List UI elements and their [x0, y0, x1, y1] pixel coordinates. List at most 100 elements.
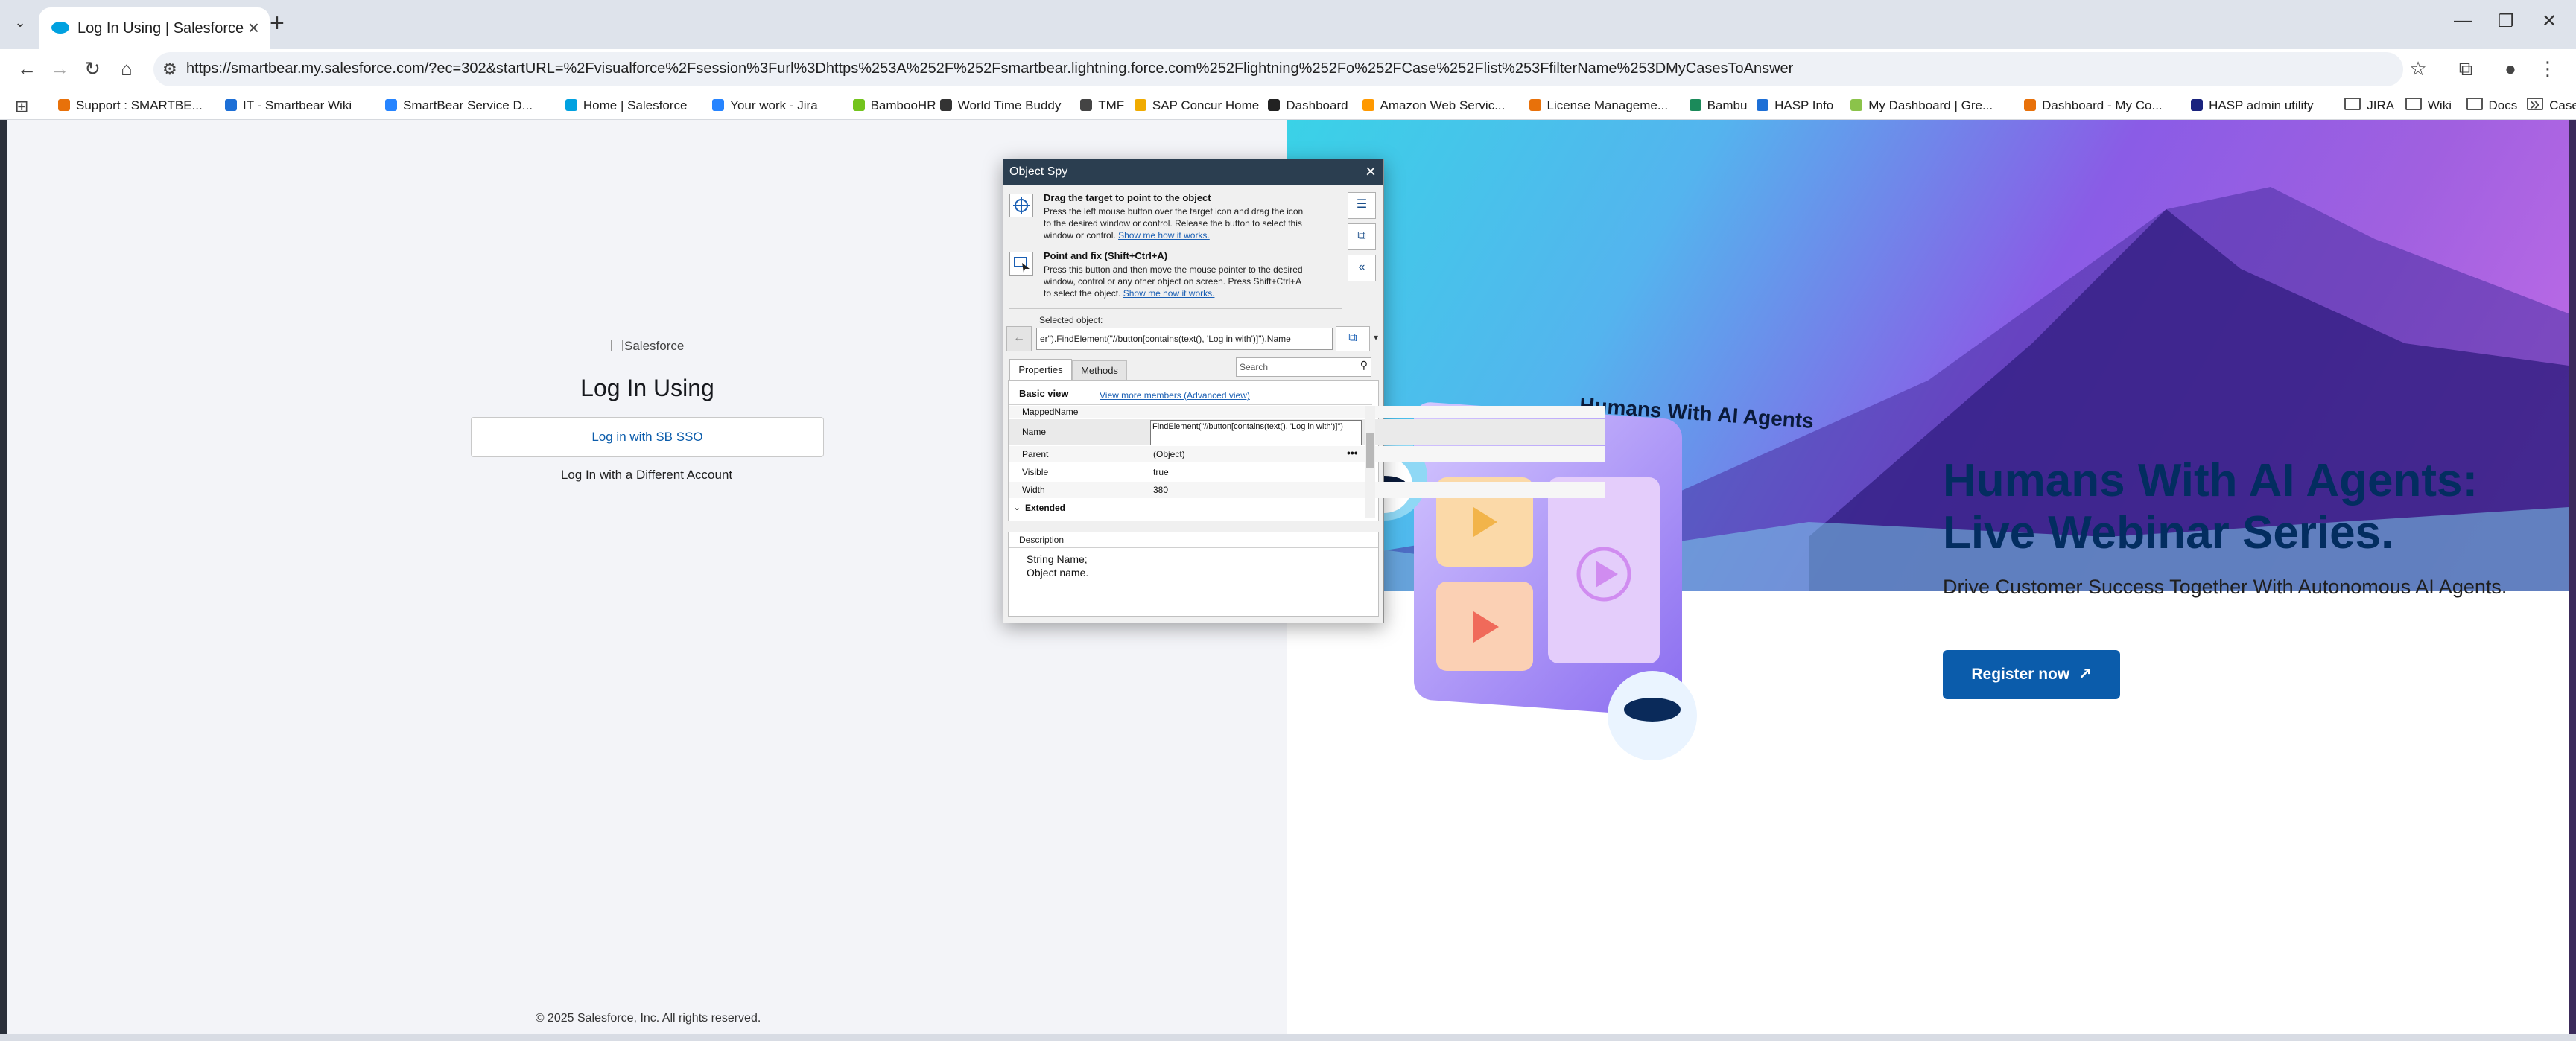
- bookmark-item[interactable]: JIRA: [2344, 92, 2394, 119]
- property-value: (Object): [1153, 449, 1185, 459]
- drag-target-icon[interactable]: [1009, 194, 1033, 217]
- minimize-icon[interactable]: —: [2448, 10, 2478, 31]
- bookmark-favicon-icon: [1689, 99, 1701, 111]
- bookmark-item[interactable]: SAP Concur Home: [1134, 92, 1259, 119]
- reload-icon[interactable]: ↻: [77, 54, 107, 83]
- tab-strip: [0, 0, 2576, 49]
- point-and-fix-icon[interactable]: [1009, 252, 1033, 276]
- bookmark-label: Bambu: [1707, 98, 1748, 112]
- tab-properties[interactable]: Properties: [1009, 359, 1072, 381]
- bookmark-label: HASP Info: [1774, 98, 1834, 112]
- bookmark-item[interactable]: TMF: [1080, 92, 1124, 119]
- bookmark-item[interactable]: Support : SMARTBE...: [58, 92, 203, 119]
- scrollbar-thumb[interactable]: [1366, 433, 1374, 468]
- expand-chevron-icon[interactable]: ⌄: [1013, 502, 1021, 512]
- bookmark-item[interactable]: IT - Smartbear Wiki: [225, 92, 352, 119]
- address-bar[interactable]: ⚙ https://smartbear.my.salesforce.com/?e…: [153, 52, 2403, 86]
- tab-close-icon[interactable]: ×: [248, 16, 259, 39]
- bookmark-item[interactable]: License Manageme...: [1529, 92, 1668, 119]
- bookmark-label: World Time Buddy: [957, 98, 1062, 112]
- search-icon[interactable]: ⚲: [1360, 359, 1368, 372]
- point-description: Press this button and then move the mous…: [1044, 264, 1342, 299]
- bookmark-item[interactable]: Docs: [2466, 92, 2517, 119]
- bookmark-item[interactable]: World Time Buddy: [939, 92, 1062, 119]
- window-edge: [0, 120, 7, 1035]
- close-icon[interactable]: ×: [1365, 162, 1376, 182]
- sso-login-button[interactable]: Log in with SB SSO: [471, 417, 824, 457]
- divider: [1009, 308, 1342, 309]
- dropdown-chevron-icon[interactable]: ▾: [1370, 326, 1382, 350]
- back-arrow-icon[interactable]: ←: [12, 54, 42, 83]
- bookmark-item[interactable]: Dashboard - My Co...: [2024, 92, 2163, 119]
- property-key: MappedName: [1022, 407, 1079, 417]
- bookmark-item[interactable]: Bambu: [1689, 92, 1748, 119]
- name-value-editor[interactable]: FindElement("//button[contains(text(), '…: [1150, 420, 1362, 445]
- bookmark-item[interactable]: HASP admin utility: [2191, 92, 2314, 119]
- ellipsis-button-icon[interactable]: •••: [1347, 447, 1358, 459]
- table-row[interactable]: Parent (Object) •••: [1009, 446, 1605, 462]
- table-row[interactable]: Visible true: [1009, 464, 1605, 480]
- table-row[interactable]: MappedName: [1009, 406, 1605, 418]
- point-show-me-link[interactable]: Show me how it works.: [1123, 288, 1215, 299]
- drag-text-2: to the desired window or control. Releas…: [1044, 218, 1302, 229]
- extensions-icon[interactable]: ⧉: [2451, 54, 2481, 83]
- different-account-link[interactable]: Log In with a Different Account: [471, 468, 822, 483]
- extended-group-header[interactable]: ⌄ Extended: [1009, 500, 1369, 516]
- description-line-1: String Name;: [1027, 553, 1088, 565]
- collapse-panel-icon[interactable]: «: [1348, 255, 1376, 281]
- table-row[interactable]: Name FindElement("//button[contains(text…: [1009, 419, 1605, 445]
- menu-kebab-icon[interactable]: ⋮: [2533, 54, 2563, 83]
- browser-tab-active[interactable]: Log In Using | Salesforce ×: [39, 7, 270, 49]
- window-close-icon[interactable]: ✕: [2534, 10, 2564, 32]
- more-bookmarks-icon[interactable]: »: [2530, 94, 2539, 115]
- bookmark-label: Your work - Jira: [730, 98, 818, 112]
- bookmark-item[interactable]: Wiki: [2405, 92, 2452, 119]
- bookmark-item[interactable]: Your work - Jira: [712, 92, 818, 119]
- drag-heading: Drag the target to point to the object: [1044, 192, 1211, 203]
- table-row[interactable]: Width 380: [1009, 482, 1605, 498]
- bookmark-item[interactable]: Amazon Web Servic...: [1362, 92, 1505, 119]
- tab-search-chevron-icon[interactable]: ⌄: [12, 15, 28, 31]
- back-arrow-icon[interactable]: ←: [1006, 326, 1032, 351]
- bookmark-label: Dashboard: [1286, 98, 1348, 112]
- apps-grid-icon[interactable]: ⊞: [15, 97, 28, 116]
- bookmark-label: Dashboard - My Co...: [2042, 98, 2163, 112]
- restore-icon[interactable]: ❐: [2491, 10, 2521, 32]
- selected-object-label: Selected object:: [1039, 315, 1103, 325]
- bookmark-label: IT - Smartbear Wiki: [243, 98, 352, 112]
- object-spy-window[interactable]: Object Spy × Drag the target to point to…: [1003, 159, 1605, 623]
- bookmark-item[interactable]: SmartBear Service D...: [385, 92, 533, 119]
- bookmark-favicon-icon: [1529, 99, 1541, 111]
- new-tab-plus-icon[interactable]: +: [270, 9, 285, 38]
- bookmark-item[interactable]: BambooHR: [852, 92, 936, 119]
- bookmark-favicon-icon: [1080, 99, 1093, 111]
- bookmark-label: Support : SMARTBE...: [76, 98, 203, 112]
- drag-show-me-link[interactable]: Show me how it works.: [1118, 230, 1210, 241]
- advanced-view-link[interactable]: View more members (Advanced view): [1100, 389, 1250, 401]
- bookmark-item[interactable]: Home | Salesforce: [565, 92, 687, 119]
- selected-object-field[interactable]: er").FindElement("//button[contains(text…: [1036, 328, 1333, 350]
- bookmark-item[interactable]: My Dashboard | Gre...: [1850, 92, 1993, 119]
- forward-arrow-icon[interactable]: →: [45, 54, 74, 83]
- scrollbar[interactable]: [1365, 406, 1375, 518]
- divider: [1009, 547, 1378, 548]
- tab-methods[interactable]: Methods: [1072, 360, 1127, 381]
- home-icon[interactable]: ⌂: [112, 54, 142, 83]
- bookmark-star-icon[interactable]: ☆: [2403, 54, 2433, 83]
- bookmark-label: SmartBear Service D...: [403, 98, 533, 112]
- property-value: true: [1153, 467, 1169, 477]
- selected-object-value[interactable]: er").FindElement("//button[contains(text…: [1040, 333, 1291, 345]
- bookmark-favicon-icon: [385, 99, 398, 111]
- register-now-button[interactable]: Register now ↗: [1943, 650, 2120, 699]
- bookmark-item[interactable]: Dashboard: [1268, 92, 1348, 119]
- url-text[interactable]: https://smartbear.my.salesforce.com/?ec=…: [186, 60, 1793, 77]
- object-spy-titlebar[interactable]: Object Spy ×: [1003, 159, 1383, 185]
- object-tree-icon[interactable]: ☰: [1348, 192, 1376, 219]
- copy-to-clipboard-icon[interactable]: ⧉: [1336, 326, 1370, 351]
- search-input[interactable]: Search ⚲: [1236, 357, 1371, 377]
- hero-title-line1: Humans With AI Agents:: [1943, 455, 2478, 506]
- profile-avatar-icon[interactable]: ●: [2496, 54, 2525, 83]
- site-info-icon[interactable]: ⚙: [162, 60, 177, 79]
- bookmark-item[interactable]: HASP Info: [1757, 92, 1833, 119]
- map-object-icon[interactable]: ⧉: [1348, 223, 1376, 250]
